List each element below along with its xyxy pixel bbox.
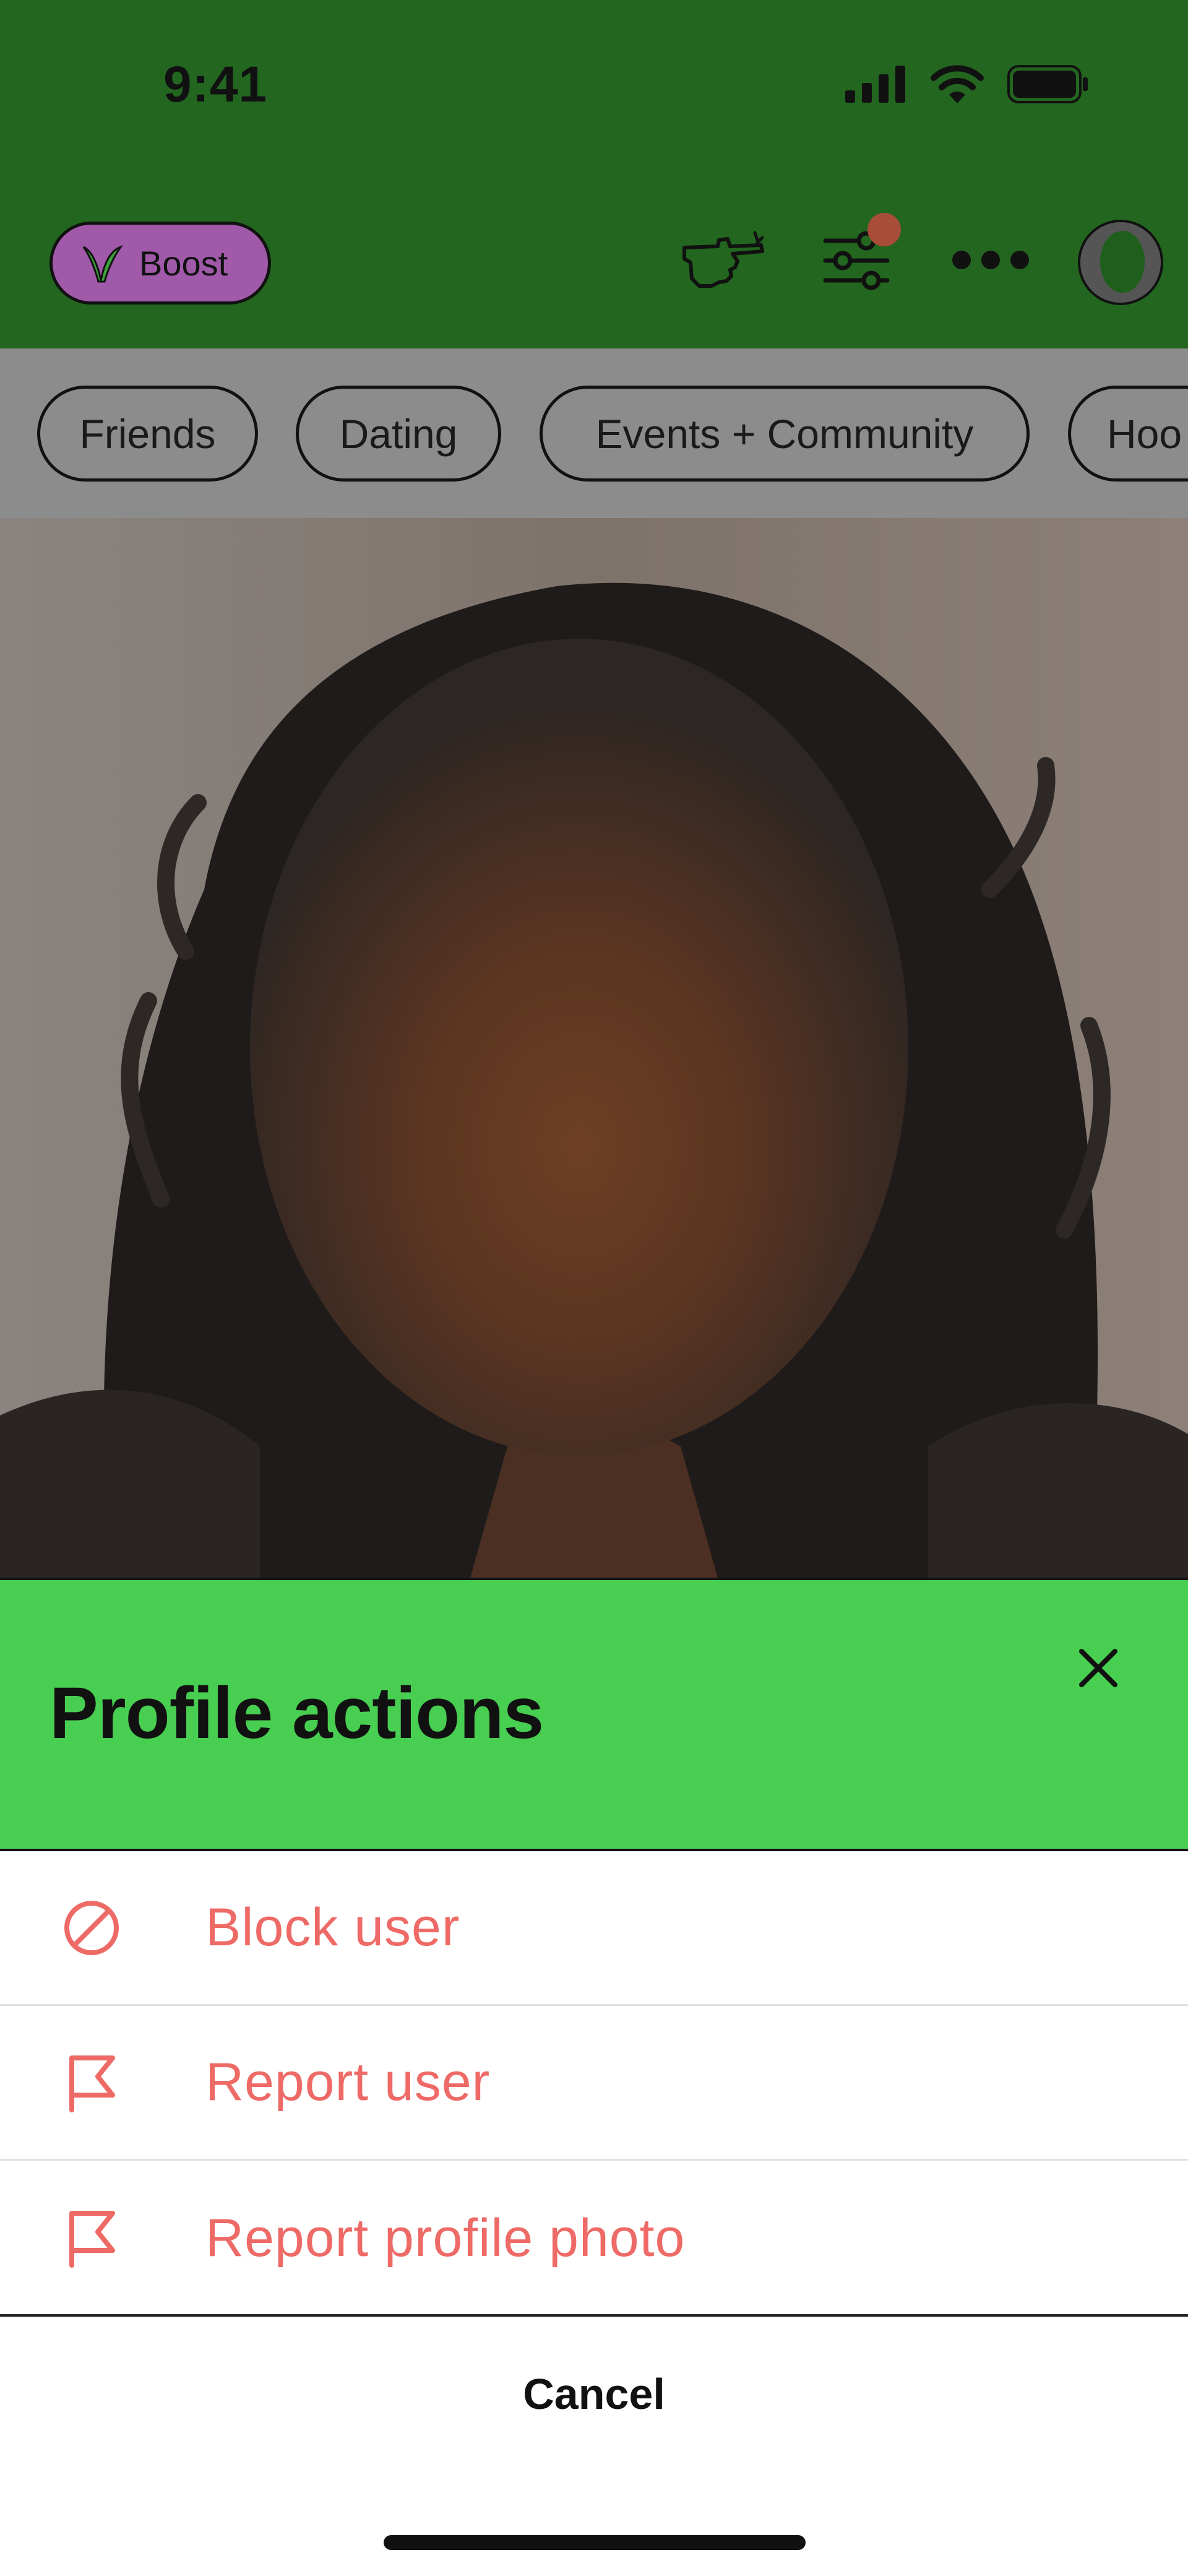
status-icons xyxy=(845,65,1089,103)
close-icon xyxy=(1079,1649,1117,1687)
notification-dot xyxy=(867,213,901,246)
chip-hookup[interactable]: Hoo xyxy=(1068,386,1188,482)
chip-events-community[interactable]: Events + Community xyxy=(540,386,1030,482)
close-sheet-button[interactable] xyxy=(1070,1640,1126,1696)
report-profile-photo-label: Report profile photo xyxy=(205,2208,686,2268)
report-user-action[interactable]: Report user xyxy=(0,2006,1188,2161)
flag-icon xyxy=(69,2055,115,2112)
sheet-title: Profile actions xyxy=(50,1672,544,1754)
profile-photo xyxy=(0,518,1188,1578)
wifi-icon xyxy=(931,65,984,103)
boost-button[interactable]: Boost xyxy=(50,222,271,305)
app-header: 9:41 Boost xyxy=(0,0,1188,348)
report-user-label: Report user xyxy=(205,2052,491,2112)
more-options-icon[interactable] xyxy=(950,248,1031,272)
block-icon xyxy=(64,1900,119,1955)
chip-dating[interactable]: Dating xyxy=(296,386,501,482)
pointing-hand-icon[interactable] xyxy=(681,229,767,297)
flag-icon xyxy=(69,2211,115,2268)
status-time: 9:41 xyxy=(163,56,268,113)
signal-icon xyxy=(845,66,905,103)
battery-icon xyxy=(1007,65,1088,103)
screen: 9:41 Boost Friends Dating Events + Commu… xyxy=(0,0,1188,2576)
cancel-button[interactable]: Cancel xyxy=(0,2317,1188,2471)
chip-friends[interactable]: Friends xyxy=(37,386,258,482)
filter-chip-bar: Friends Dating Events + Community Hoo xyxy=(0,348,1188,518)
home-indicator[interactable] xyxy=(384,2535,806,2550)
boost-logo-icon xyxy=(82,244,124,283)
block-user-action[interactable]: Block user xyxy=(0,1851,1188,2006)
boost-label: Boost xyxy=(139,243,228,283)
block-user-label: Block user xyxy=(205,1898,460,1957)
profile-avatar[interactable] xyxy=(1078,220,1163,305)
report-profile-photo-action[interactable]: Report profile photo xyxy=(0,2161,1188,2315)
